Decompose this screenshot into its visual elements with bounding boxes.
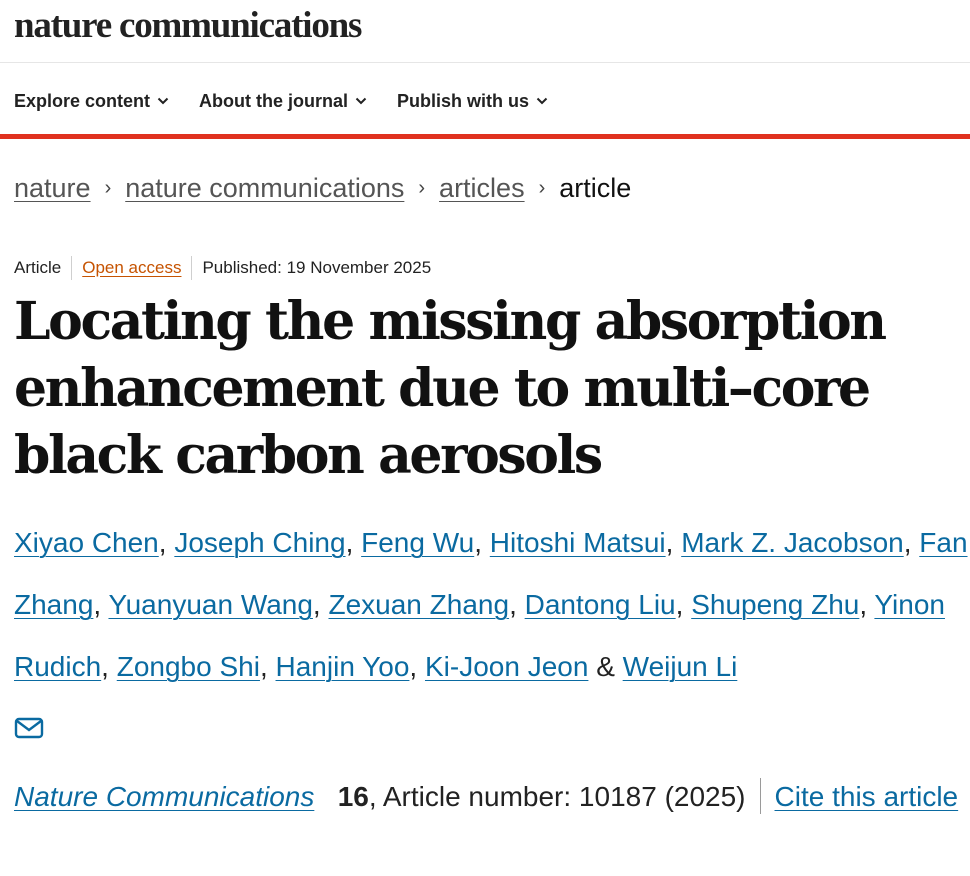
breadcrumb-separator: › (104, 177, 112, 199)
article-title: Locating the missing absorption enhancem… (14, 291, 887, 486)
author-separator: , (409, 651, 425, 682)
author-separator: , (675, 589, 692, 620)
cite-this-article-link[interactable]: Cite this article (775, 781, 959, 812)
author-link[interactable]: Mark Z. Jacobson (681, 527, 904, 558)
author-link[interactable]: Xiyao Chen (14, 527, 159, 558)
mail-icon[interactable] (14, 716, 44, 740)
author-link[interactable]: Feng Wu (361, 527, 474, 558)
author-link[interactable]: Shupeng Zhu (691, 589, 859, 620)
breadcrumb-current: article (559, 173, 632, 203)
author-link[interactable]: Hitoshi Matsui (490, 527, 666, 558)
author-link[interactable]: Zongbo Shi (117, 651, 260, 682)
main-nav: Explore content About the journal Publis… (14, 86, 578, 116)
breadcrumb-separator: › (538, 177, 546, 199)
header-divider (0, 62, 970, 63)
author-separator: , (474, 527, 490, 558)
author-separator: , (345, 527, 362, 558)
chevron-down-icon (157, 97, 169, 105)
nav-item-label: Publish with us (397, 90, 530, 111)
journal-link[interactable]: Nature Communications (14, 781, 314, 812)
article-meta: Article Open access Published: 19 Novemb… (14, 256, 441, 280)
citation-divider (759, 778, 761, 814)
author-separator: , (903, 527, 920, 558)
author-link[interactable]: Joseph Ching (174, 527, 345, 558)
author-separator: , (665, 527, 682, 558)
author-separator: , (859, 589, 875, 620)
author-link[interactable]: Dantong Liu (525, 589, 676, 620)
nav-item-label: Explore content (14, 90, 151, 111)
nav-explore-content[interactable]: Explore content (14, 91, 169, 112)
volume-number: 16 (337, 781, 369, 812)
author-link[interactable]: Ki-Joon Jeon (425, 651, 588, 682)
author-link[interactable]: Weijun Li (623, 651, 738, 682)
author-separator: , (158, 527, 175, 558)
breadcrumb: nature › nature communications › article… (14, 168, 631, 208)
author-separator: & (588, 651, 623, 682)
author-separator: , (312, 589, 329, 620)
author-link[interactable]: Zexuan Zhang (328, 589, 509, 620)
article-type: Article (14, 258, 62, 277)
breadcrumb-link-articles[interactable]: articles (439, 168, 525, 208)
open-access-link[interactable]: Open access (82, 258, 181, 277)
article-number: , Article number: 10187 (2025) (368, 781, 746, 812)
nav-publish-with-us[interactable]: Publish with us (397, 91, 548, 112)
author-link[interactable]: Hanjin Yoo (276, 651, 410, 682)
chevron-down-icon (536, 97, 548, 105)
breadcrumb-link-nature-communications[interactable]: nature communications (125, 168, 404, 208)
site-logo[interactable]: nature communications (14, 2, 362, 50)
nav-about-journal[interactable]: About the journal (199, 91, 367, 112)
chevron-down-icon (355, 97, 367, 105)
author-separator: , (259, 651, 276, 682)
accent-rule (0, 134, 970, 139)
author-link[interactable]: Yuanyuan Wang (108, 589, 312, 620)
breadcrumb-separator: › (418, 177, 426, 199)
author-separator: , (101, 651, 117, 682)
published-date: Published: 19 November 2025 (191, 256, 441, 280)
author-separator: , (509, 589, 525, 620)
nav-item-label: About the journal (199, 90, 349, 111)
citation: Nature Communications 16, Article number… (14, 770, 964, 824)
author-list: Xiyao Chen, Joseph Ching, Feng Wu, Hitos… (14, 512, 969, 760)
breadcrumb-link-nature[interactable]: nature (14, 168, 91, 208)
author-separator: , (93, 589, 109, 620)
